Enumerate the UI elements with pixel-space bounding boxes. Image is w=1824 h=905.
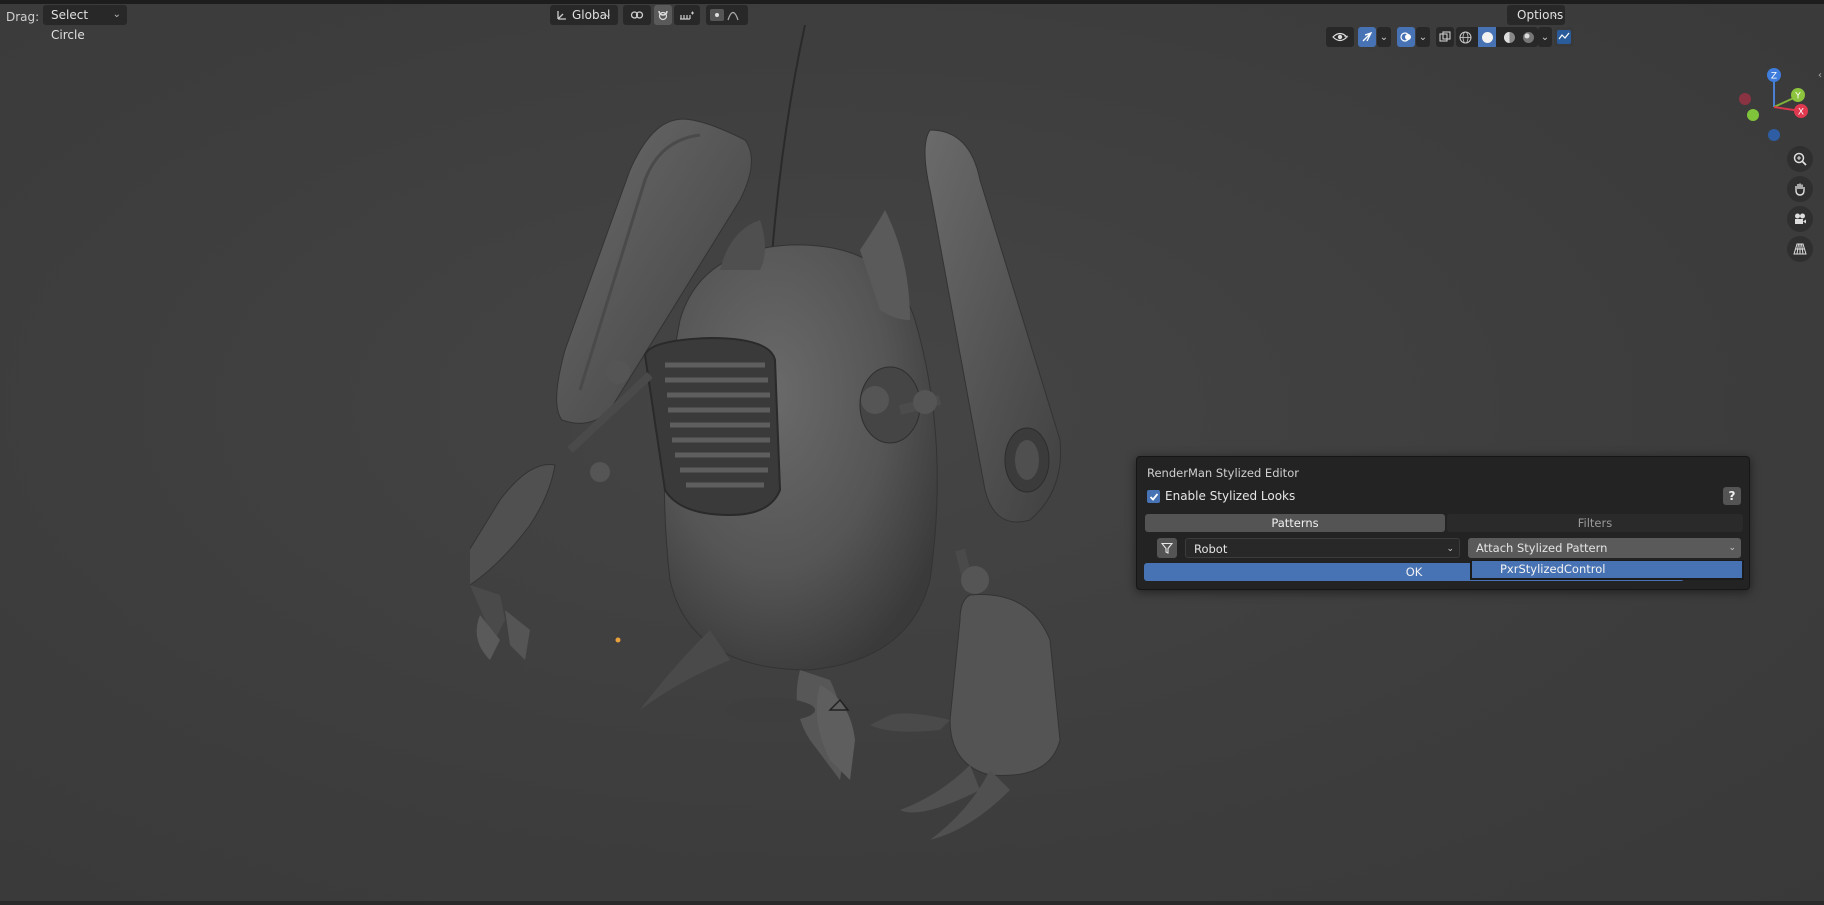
neg-y-axis-handle[interactable] — [1747, 109, 1759, 121]
chevron-down-icon: ⌄ — [1728, 543, 1736, 553]
chevron-down-icon: ⌄ — [1379, 31, 1389, 43]
wireframe-shading-icon[interactable] — [1459, 31, 1472, 44]
checkmark-icon — [1149, 492, 1158, 501]
neg-z-axis-handle[interactable] — [1768, 129, 1780, 141]
grid-icon — [1793, 243, 1807, 255]
tab-patterns[interactable]: Patterns — [1145, 514, 1445, 532]
overlays-dropdown[interactable]: ⌄ — [1416, 27, 1430, 47]
object-select-dropdown[interactable]: Robot ⌄ — [1185, 538, 1460, 558]
z-axis-label: Z — [1771, 72, 1777, 82]
tab-patterns-label: Patterns — [1271, 516, 1319, 530]
overlays-icon — [1400, 32, 1411, 42]
material-shading-icon[interactable] — [1503, 31, 1516, 44]
chevron-down-icon: ⌄ — [1540, 31, 1550, 43]
shading-mode-group — [1456, 27, 1538, 47]
tab-filters[interactable]: Filters — [1447, 514, 1743, 532]
help-button[interactable]: ? — [1723, 487, 1741, 505]
object-select-value: Robot — [1194, 542, 1228, 556]
toggle-overlays-button[interactable] — [1397, 27, 1415, 47]
drag-mode-dropdown[interactable]: Select Circle ⌄ — [43, 5, 127, 42]
enable-stylized-looks-checkbox[interactable] — [1147, 490, 1160, 503]
chevron-down-icon: ⌄ — [1342, 30, 1351, 41]
filter-icon — [1161, 542, 1173, 554]
robot-model-render — [470, 24, 1062, 840]
filter-button[interactable] — [1157, 538, 1177, 558]
neg-x-axis-handle[interactable] — [1739, 93, 1751, 105]
ok-label: OK — [1405, 565, 1423, 579]
camera-icon — [1795, 213, 1806, 224]
ipr-icon — [1557, 30, 1571, 44]
drag-label: Drag: — [6, 10, 40, 24]
zoom-button[interactable] — [1787, 146, 1813, 172]
perspective-toggle-button[interactable] — [1787, 236, 1813, 262]
bottom-border — [0, 901, 1824, 905]
y-axis-label: Y — [1794, 92, 1801, 102]
pattern-dropdown-menu: PxrStylizedControl — [1470, 560, 1744, 580]
gizmo-icon — [1362, 31, 1373, 42]
pan-button[interactable] — [1787, 176, 1813, 202]
xray-icon — [1439, 31, 1451, 42]
chevron-down-icon: ⌄ — [1418, 31, 1428, 43]
chevron-down-icon: ⌄ — [1550, 9, 1559, 20]
chevron-down-icon: ⌄ — [112, 9, 121, 20]
drag-mode-value: Select Circle — [51, 8, 89, 42]
x-axis-label: X — [1798, 108, 1804, 118]
toggle-gizmo-button[interactable] — [1358, 27, 1376, 47]
chevron-down-icon: ⌄ — [1446, 544, 1454, 554]
gizmo-dropdown[interactable]: ⌄ — [1377, 27, 1391, 47]
enable-stylized-looks-label: Enable Stylized Looks — [1165, 489, 1296, 503]
options-dropdown[interactable]: Options ⌄ — [1507, 5, 1565, 25]
ipr-button[interactable] — [1554, 27, 1574, 47]
menu-item-label: PxrStylizedControl — [1500, 562, 1606, 576]
solid-shading-button[interactable] — [1478, 27, 1497, 47]
tab-filters-label: Filters — [1577, 516, 1613, 530]
xray-button[interactable] — [1436, 27, 1454, 47]
zoom-icon — [1793, 152, 1807, 166]
navigation-gizmo[interactable]: Z Y X — [1730, 62, 1820, 152]
shading-dropdown[interactable]: ⌄ — [1538, 27, 1552, 47]
menu-item-pxrstylizedcontrol[interactable]: PxrStylizedControl — [1472, 561, 1742, 578]
attach-stylized-pattern-label: Attach Stylized Pattern — [1476, 541, 1608, 555]
help-icon: ? — [1728, 489, 1736, 503]
dialog-title: RenderMan Stylized Editor — [1147, 466, 1299, 480]
solid-shading-icon — [1481, 31, 1493, 43]
attach-stylized-pattern-dropdown[interactable]: Attach Stylized Pattern ⌄ — [1468, 538, 1741, 558]
camera-view-button[interactable] — [1787, 206, 1813, 232]
hand-icon — [1795, 183, 1805, 196]
rendered-shading-icon[interactable] — [1522, 31, 1535, 44]
